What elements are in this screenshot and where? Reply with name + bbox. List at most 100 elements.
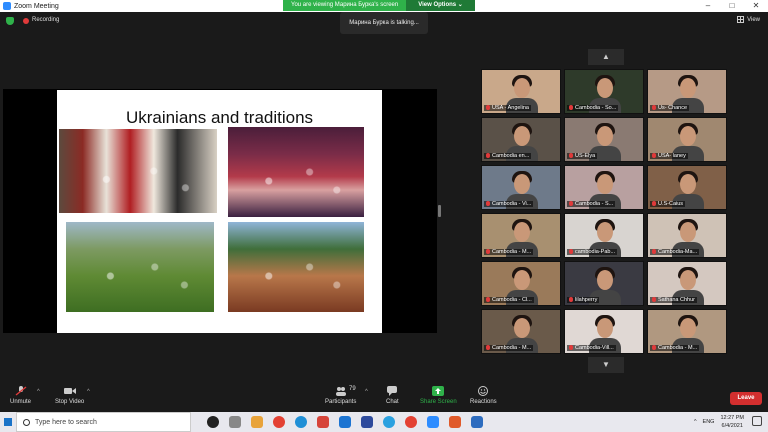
participant-tile[interactable]: Sathana Chhur — [647, 261, 727, 306]
participant-face — [680, 126, 696, 146]
panel-splitter-handle[interactable] — [438, 205, 441, 217]
participant-name-text: USA- laney — [658, 153, 686, 159]
meeting-toolbar: Unmute ^ Stop Video ^ Participants 79 ^ … — [0, 382, 768, 412]
search-icon — [23, 418, 30, 426]
telegram-icon[interactable] — [383, 416, 395, 428]
muted-mic-icon — [486, 153, 490, 159]
participant-tile[interactable]: Cambodia - So... — [564, 69, 644, 114]
windows-start-icon[interactable] — [0, 412, 16, 432]
language-indicator[interactable]: ENG — [703, 419, 715, 425]
participant-name: Cambodia-Vill... — [567, 345, 616, 351]
taskbar-search-input[interactable]: Type here to search — [16, 412, 191, 432]
participant-tile[interactable]: U.S-Caius — [647, 165, 727, 210]
gallery-up-arrow-icon[interactable]: ▲ — [588, 49, 624, 65]
participant-tile[interactable]: USA - Angelina — [481, 69, 561, 114]
participant-name-text: USA - Angelina — [492, 105, 529, 111]
muted-mic-icon — [652, 105, 656, 111]
participant-name-text: Us- Chance — [658, 105, 688, 111]
slide-photo-village-dance — [66, 222, 214, 312]
window-title: Zoom Meeting — [14, 2, 59, 10]
mail-icon[interactable] — [339, 416, 351, 428]
participant-tile[interactable]: Cambodia - M... — [481, 309, 561, 354]
participant-tile[interactable]: Us- Chance — [647, 69, 727, 114]
participant-name: Cambodia en... — [484, 153, 532, 159]
chrome-icon-2[interactable] — [405, 416, 417, 428]
participant-name: USA - Angelina — [484, 105, 531, 111]
participant-tile[interactable]: Cambodia - S... — [564, 165, 644, 210]
participant-tile[interactable]: Cambodia - M... — [481, 213, 561, 258]
participant-tile[interactable]: Cambodia en... — [481, 117, 561, 162]
view-button[interactable]: View — [737, 16, 760, 23]
chrome-icon[interactable] — [273, 416, 285, 428]
taskbar-apps — [207, 416, 483, 428]
participant-tile[interactable]: US-Elya — [564, 117, 644, 162]
task-view-icon[interactable] — [229, 416, 241, 428]
recording-label: Recording — [32, 17, 60, 23]
muted-mic-icon — [652, 345, 656, 351]
participant-name-text: lilahperry — [575, 297, 598, 303]
viewing-screen-label: You are viewing Марина Бурка's screen — [283, 0, 407, 11]
participant-tile[interactable]: Cambodia - M... — [647, 309, 727, 354]
participant-tile[interactable]: Cambodia-Ma... — [647, 213, 727, 258]
office-icon[interactable] — [449, 416, 461, 428]
store-icon[interactable] — [361, 416, 373, 428]
slide-photo-food — [228, 222, 364, 312]
participant-name: Sathana Chhur — [650, 297, 697, 303]
participant-tile[interactable]: Cambodia-Vill... — [564, 309, 644, 354]
participant-tile[interactable]: Cambodia - Cl... — [481, 261, 561, 306]
participant-face — [597, 174, 613, 194]
audio-options-caret-icon[interactable]: ^ — [37, 389, 40, 395]
tray-chevron-icon[interactable]: ^ — [694, 419, 697, 425]
gallery-down-arrow-icon[interactable]: ▼ — [588, 357, 624, 373]
view-label: View — [747, 16, 760, 23]
participant-name: Cambodia - S... — [567, 201, 616, 207]
participant-name: Cambodia - M... — [650, 345, 700, 351]
zoom-app-icon — [3, 2, 11, 10]
cortana-icon[interactable] — [207, 416, 219, 428]
stop-video-button[interactable]: Stop Video — [55, 386, 84, 405]
zoom-taskbar-icon[interactable] — [427, 416, 439, 428]
system-clock[interactable]: 12:27 PM 6/4/2021 — [720, 414, 744, 430]
chat-bubble-icon — [387, 386, 398, 396]
participant-face — [597, 126, 613, 146]
participant-name: lilahperry — [567, 297, 600, 303]
view-options-button[interactable]: View Options ⌄ — [406, 0, 475, 11]
edge-icon[interactable] — [295, 416, 307, 428]
clock-time: 12:27 PM — [720, 415, 744, 421]
security-shield-icon[interactable] — [6, 17, 14, 25]
microphone-muted-icon — [15, 386, 26, 396]
chat-button[interactable]: Chat — [386, 386, 399, 405]
file-explorer-icon[interactable] — [251, 416, 263, 428]
maximize-icon[interactable]: □ — [720, 0, 744, 12]
participant-face — [680, 222, 696, 242]
participant-tile[interactable]: USA- laney — [647, 117, 727, 162]
participant-tile[interactable]: lilahperry — [564, 261, 644, 306]
participant-name-text: Cambodia-Ma... — [658, 249, 698, 255]
participant-tile[interactable]: cambodia-Pab... — [564, 213, 644, 258]
participant-name: Cambodia - M... — [484, 249, 534, 255]
participant-name-text: Sathana Chhur — [658, 297, 695, 303]
participant-face — [514, 270, 530, 290]
video-options-caret-icon[interactable]: ^ — [87, 389, 90, 395]
leave-button[interactable]: Leave — [730, 392, 762, 405]
video-camera-icon — [63, 388, 76, 394]
unmute-button[interactable]: Unmute — [10, 386, 31, 405]
muted-mic-icon — [652, 297, 656, 303]
close-icon[interactable]: ✕ — [744, 0, 768, 12]
participants-caret-icon[interactable]: ^ — [365, 389, 368, 395]
participant-name: cambodia-Pab... — [567, 249, 618, 255]
participant-name-text: Cambodia - Vi... — [492, 201, 532, 207]
participant-name-text: Cambodia - M... — [492, 345, 532, 351]
muted-mic-icon — [569, 249, 573, 255]
muted-mic-icon — [652, 153, 656, 159]
media-player-icon[interactable] — [471, 416, 483, 428]
participant-name: Cambodia-Ma... — [650, 249, 700, 255]
search-placeholder: Type here to search — [35, 418, 97, 426]
powerpoint-icon[interactable] — [317, 416, 329, 428]
minimize-icon[interactable]: – — [696, 0, 720, 12]
notifications-icon[interactable] — [752, 416, 762, 426]
reactions-button[interactable]: Reactions — [470, 386, 497, 405]
participant-face — [680, 78, 696, 98]
participant-tile[interactable]: Cambodia - Vi... — [481, 165, 561, 210]
share-screen-button[interactable]: Share Screen — [420, 386, 457, 405]
